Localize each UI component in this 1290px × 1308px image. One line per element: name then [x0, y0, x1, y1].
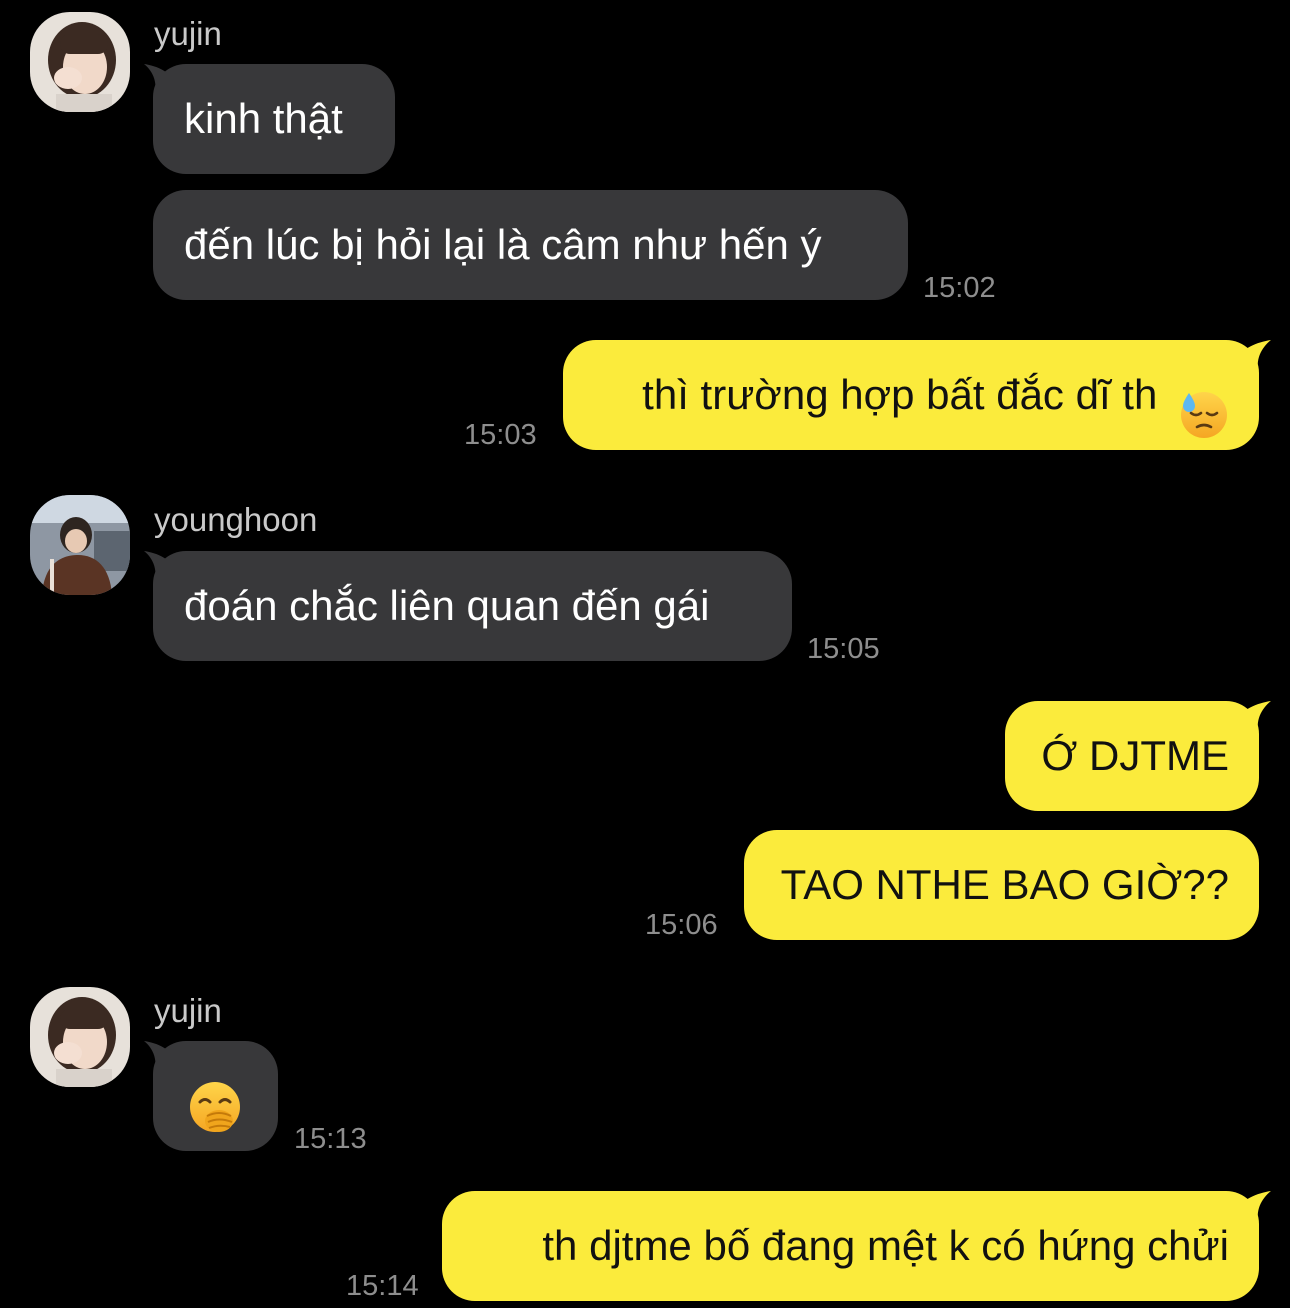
message-timestamp: 15:06	[645, 909, 718, 941]
profile-photo-yujin	[30, 987, 130, 1087]
sender-name: younghoon	[154, 501, 318, 538]
sender-name: yujin	[154, 992, 222, 1029]
avatar-yujin[interactable]	[30, 987, 130, 1087]
message-text: đoán chắc liên quan đến gái	[184, 582, 710, 629]
message-text: đến lúc bị hỏi lại là câm như hến ý	[184, 221, 822, 268]
message-bubble[interactable]: kinh thật	[144, 64, 395, 174]
bubble-tail	[1231, 1191, 1271, 1225]
message-text: th djtme bố đang mệt k có hứng chửi	[542, 1222, 1229, 1269]
hand-over-mouth-face-emoji	[187, 1067, 243, 1132]
profile-photo-younghoon	[30, 495, 130, 595]
message-timestamp: 15:14	[346, 1270, 419, 1302]
downcast-sweat-face-emoji	[1179, 370, 1229, 438]
message-timestamp: 15:05	[807, 633, 880, 665]
message-bubble[interactable]: TAO NTHE BAO GIỜ??	[744, 830, 1259, 940]
message-timestamp: 15:13	[294, 1123, 367, 1155]
bubble-tail	[144, 551, 180, 585]
message-bubble[interactable]: th djtme bố đang mệt k có hứng chửi	[442, 1191, 1271, 1301]
bubble-tail	[1231, 340, 1271, 374]
message-text: TAO NTHE BAO GIỜ??	[780, 861, 1229, 908]
message-bubble[interactable]: thì trường hợp bất đắc dĩ th	[563, 340, 1271, 450]
message-text: Ớ DJTME	[1041, 732, 1229, 779]
avatar-yujin[interactable]	[30, 12, 130, 112]
message-timestamp: 15:03	[464, 419, 537, 451]
message-bubble[interactable]: Ớ DJTME	[1005, 701, 1271, 811]
message-text: kinh thật	[184, 95, 343, 142]
message-bubble[interactable]: đoán chắc liên quan đến gái	[144, 551, 792, 661]
sender-name: yujin	[154, 15, 222, 52]
bubble-tail	[144, 64, 180, 98]
message-text: thì trường hợp bất đắc dĩ th	[642, 371, 1158, 418]
message-bubble[interactable]	[144, 1041, 278, 1151]
message-timestamp: 15:02	[923, 272, 996, 304]
bubble-tail	[1231, 701, 1271, 735]
message-bubble[interactable]: đến lúc bị hỏi lại là câm như hến ý	[153, 190, 908, 300]
avatar-younghoon[interactable]	[30, 495, 130, 595]
bubble-tail	[144, 1041, 180, 1075]
profile-photo-yujin	[30, 12, 130, 112]
